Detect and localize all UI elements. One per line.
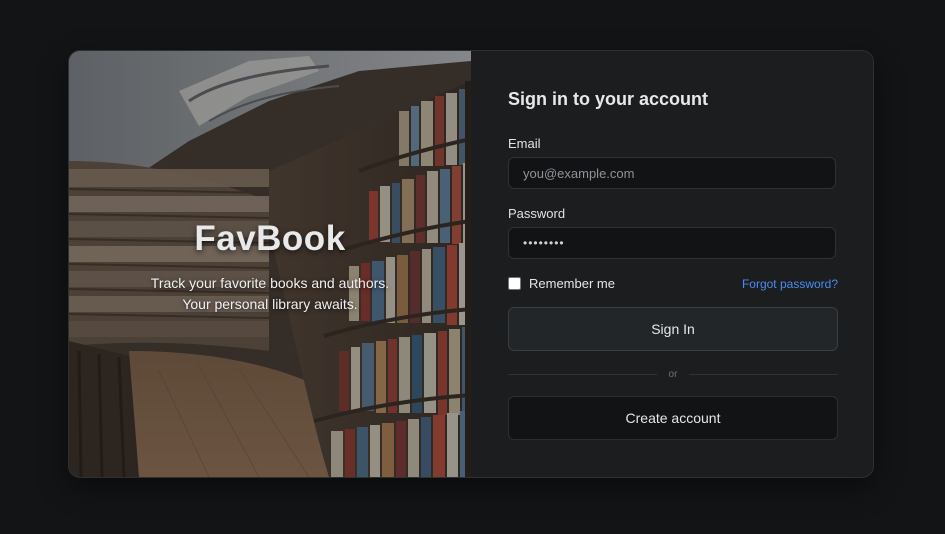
hero-text: FavBook Track your favorite books and au… (69, 219, 471, 315)
create-account-button[interactable]: Create account (508, 396, 838, 440)
divider-line-right (689, 373, 838, 375)
email-field[interactable]: you@example.com (508, 157, 836, 189)
divider-line-left (508, 373, 657, 375)
forgot-password-link[interactable]: Forgot password? (742, 277, 838, 291)
or-divider: or (508, 367, 838, 381)
remember-me-checkbox[interactable] (508, 277, 521, 290)
sign-in-button[interactable]: Sign In (508, 307, 838, 351)
password-field[interactable]: •••••••• (508, 227, 836, 259)
create-account-button-label: Create account (625, 410, 721, 426)
app-logo-title: FavBook (194, 219, 346, 258)
form-title: Sign in to your account (508, 89, 709, 109)
divider-label: or (668, 368, 678, 380)
password-value: •••••••• (523, 236, 565, 250)
email-label: Email (508, 136, 541, 151)
login-card: FavBook Track your favorite books and au… (68, 50, 874, 478)
email-placeholder: you@example.com (523, 165, 635, 181)
password-label: Password (508, 206, 566, 221)
hero-panel: FavBook Track your favorite books and au… (69, 51, 471, 477)
remember-me-label[interactable]: Remember me (529, 276, 615, 291)
sign-in-form: Sign in to your account Email you@exampl… (471, 51, 873, 477)
app-tagline: Track your favorite books and authors. Y… (150, 275, 390, 312)
sign-in-button-label: Sign In (651, 321, 695, 337)
remember-me-row: Remember me (508, 276, 615, 291)
